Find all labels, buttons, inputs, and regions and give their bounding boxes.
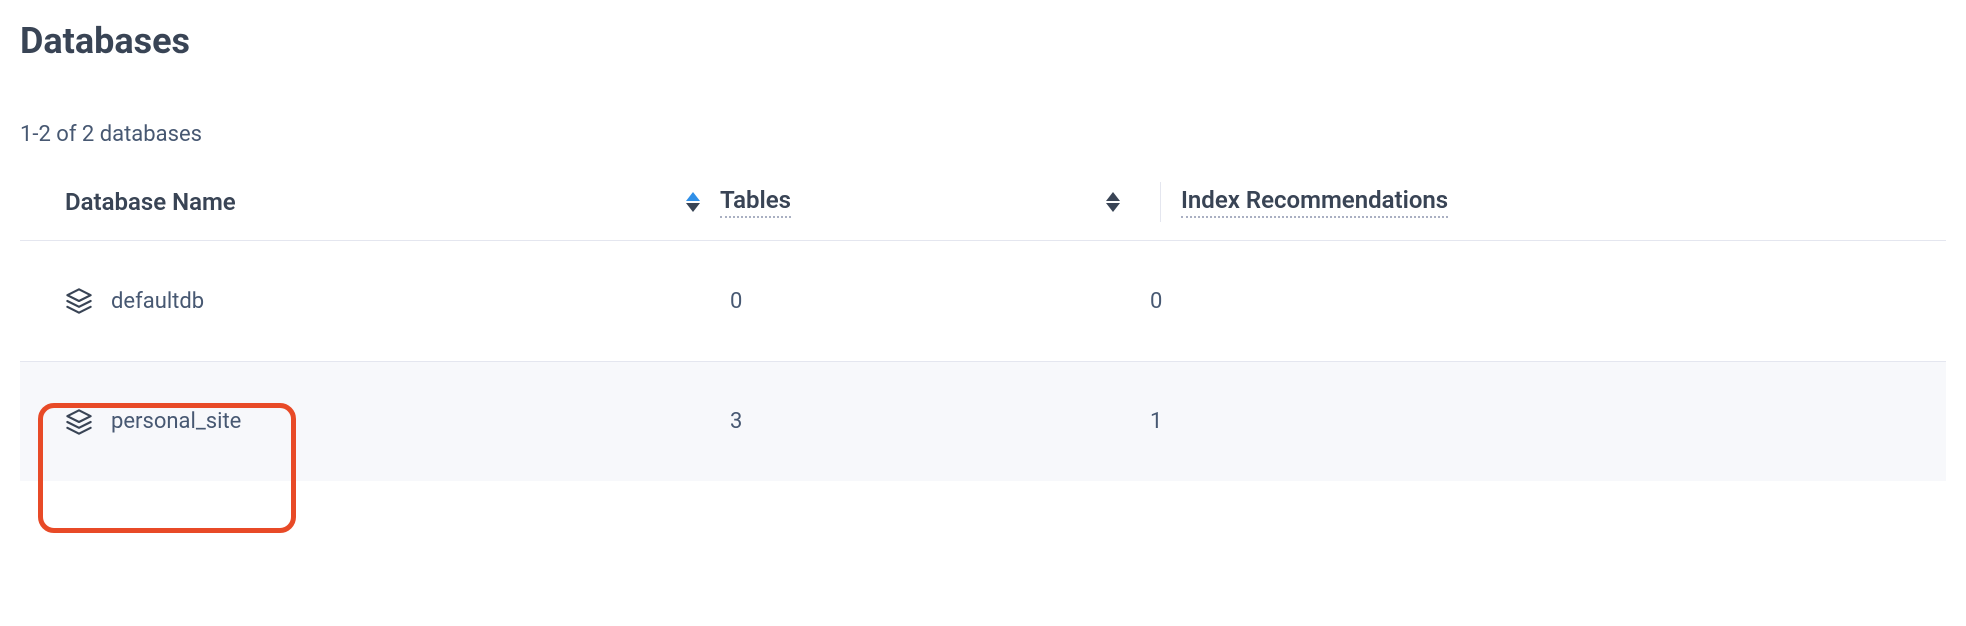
row-name-cell: personal_site <box>20 408 720 436</box>
db-name: personal_site <box>111 409 241 434</box>
sort-up-icon <box>686 192 700 201</box>
row-index-cell: 1 <box>1140 409 1560 434</box>
header-tables-col[interactable]: Tables <box>720 186 1140 218</box>
sort-icon[interactable] <box>686 192 700 212</box>
row-tables-cell: 3 <box>720 409 1140 434</box>
sort-up-icon <box>1106 192 1120 201</box>
database-icon <box>65 287 93 315</box>
header-index-label: Index Recommendations <box>1181 186 1448 218</box>
sort-icon[interactable] <box>1106 192 1120 212</box>
header-tables-label: Tables <box>720 186 791 218</box>
sort-down-icon <box>1106 203 1120 212</box>
page-title: Databases <box>20 20 1946 62</box>
databases-table: Database Name Tables Index Recommendatio… <box>20 182 1946 481</box>
table-row[interactable]: defaultdb 0 0 <box>20 241 1946 361</box>
header-index-col[interactable]: Index Recommendations <box>1181 186 1601 218</box>
database-icon <box>65 408 93 436</box>
count-text: 1-2 of 2 databases <box>20 122 1946 147</box>
db-name: defaultdb <box>111 289 204 314</box>
row-tables-cell: 0 <box>720 289 1140 314</box>
header-name-col[interactable]: Database Name <box>20 188 720 216</box>
sort-down-icon <box>686 203 700 212</box>
row-name-cell: defaultdb <box>20 287 720 315</box>
header-name-label: Database Name <box>65 188 236 216</box>
table-row[interactable]: personal_site 3 1 <box>20 361 1946 481</box>
header-divider <box>1160 182 1161 222</box>
table-header: Database Name Tables Index Recommendatio… <box>20 182 1946 241</box>
row-index-cell: 0 <box>1140 289 1560 314</box>
table-rows: defaultdb 0 0 personal_site 3 1 <box>20 241 1946 481</box>
